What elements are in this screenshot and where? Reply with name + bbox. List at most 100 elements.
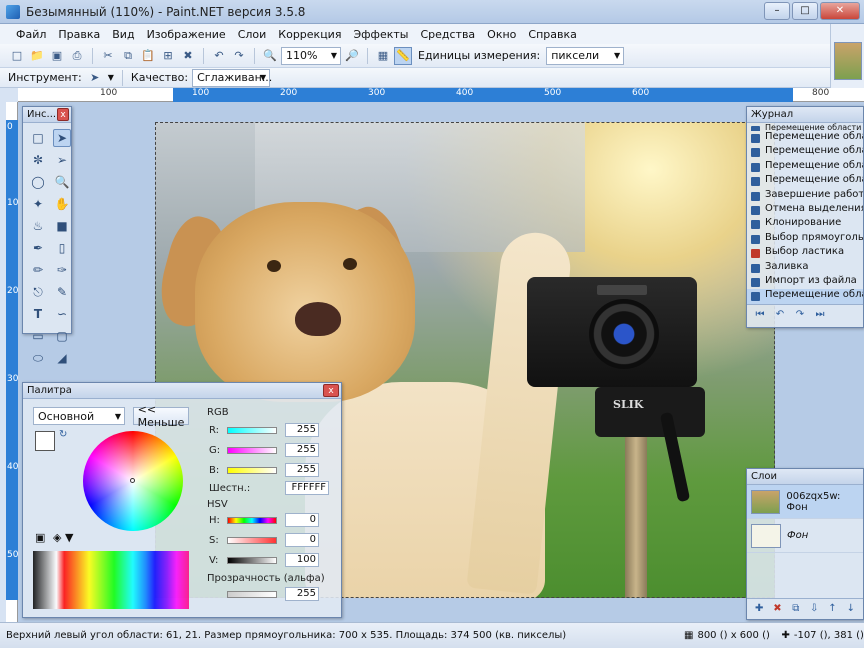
zoom-tool-icon[interactable]: 🔍: [53, 173, 71, 191]
menu-utilities[interactable]: Средства: [414, 28, 481, 41]
pan-tool-icon[interactable]: ✋: [53, 195, 71, 213]
menu-file[interactable]: Файл: [10, 28, 52, 41]
save-icon[interactable]: ▣: [48, 47, 66, 65]
history-first-icon[interactable]: ⏮: [753, 309, 767, 321]
history-item[interactable]: Перемещение области: [747, 131, 863, 145]
s-slider[interactable]: [227, 537, 277, 544]
history-item[interactable]: Перемещение области: [747, 145, 863, 159]
image-thumbnail[interactable]: [834, 42, 862, 80]
alpha-slider[interactable]: [227, 591, 277, 598]
ellipse-select-tool-icon[interactable]: ◯: [29, 173, 47, 191]
menu-image[interactable]: Изображение: [141, 28, 232, 41]
rectangle-select-tool-icon[interactable]: □: [29, 129, 47, 147]
color-wheel-cursor[interactable]: [130, 478, 135, 483]
menu-help[interactable]: Справка: [522, 28, 582, 41]
palette-menu-icon[interactable]: ◈ ▼: [53, 531, 73, 544]
ruler-icon[interactable]: 📏: [394, 46, 412, 65]
freeform-shape-tool-icon[interactable]: ◢: [53, 349, 71, 367]
undo-icon[interactable]: ↶: [210, 47, 228, 65]
r-slider[interactable]: [227, 427, 277, 434]
history-item[interactable]: Перемещение области: [747, 174, 863, 188]
lasso-tool-icon[interactable]: ✼: [29, 151, 47, 169]
menu-view[interactable]: Вид: [106, 28, 140, 41]
alpha-input[interactable]: 255: [285, 587, 319, 601]
paint-bucket-tool-icon[interactable]: ♨: [29, 217, 47, 235]
history-item[interactable]: Выбор ластика: [747, 246, 863, 260]
zoom-combo[interactable]: 110% ▼: [281, 46, 341, 65]
r-input[interactable]: 255: [285, 423, 319, 437]
recolor-tool-icon[interactable]: ✎: [53, 283, 71, 301]
clone-stamp-tool-icon[interactable]: ⎋: [29, 283, 47, 301]
print-icon[interactable]: ⎙: [68, 47, 86, 65]
history-item[interactable]: Перемещение области: [747, 123, 863, 131]
add-layer-icon[interactable]: ✚: [753, 603, 765, 615]
crop-icon[interactable]: ⊞: [159, 47, 177, 65]
s-input[interactable]: 0: [285, 533, 319, 547]
paintbrush-tool-icon[interactable]: ✒: [29, 239, 47, 257]
move-layer-up-icon[interactable]: ↑: [826, 603, 838, 615]
layer-row[interactable]: Фон: [747, 519, 863, 553]
menu-effects[interactable]: Эффекты: [347, 28, 414, 41]
merge-layer-down-icon[interactable]: ⇩: [808, 603, 820, 615]
history-item[interactable]: Импорт из файла: [747, 275, 863, 289]
eraser-tool-icon[interactable]: ▯: [53, 239, 71, 257]
instrument-dropdown-icon[interactable]: ▼: [108, 73, 114, 82]
history-last-icon[interactable]: ⏭: [813, 309, 827, 321]
quality-combo[interactable]: Сглаживан... ▼: [192, 68, 272, 87]
paste-icon[interactable]: 📋: [139, 47, 157, 65]
tools-panel-close-button[interactable]: x: [57, 108, 69, 121]
text-tool-icon[interactable]: T: [29, 305, 47, 323]
units-combo[interactable]: пиксели ▼: [546, 46, 625, 65]
color-picker-tool-icon[interactable]: ✑: [53, 261, 71, 279]
duplicate-layer-icon[interactable]: ⧉: [790, 603, 802, 615]
history-item[interactable]: Завершение работы с...: [747, 189, 863, 203]
delete-layer-icon[interactable]: ✖: [771, 603, 783, 615]
cut-icon[interactable]: ✂: [99, 47, 117, 65]
swap-colors-icon[interactable]: ↻: [59, 429, 67, 440]
maximize-button[interactable]: □: [792, 2, 818, 20]
line-curve-tool-icon[interactable]: ∽: [53, 305, 71, 323]
open-folder-icon[interactable]: 📁: [28, 47, 46, 65]
ellipse-shape-tool-icon[interactable]: ⬭: [29, 349, 47, 367]
move-selection-tool-icon[interactable]: ➤: [53, 129, 71, 147]
new-file-icon[interactable]: □: [8, 47, 26, 65]
close-button[interactable]: ✕: [820, 2, 860, 20]
redo-icon[interactable]: ↷: [230, 47, 248, 65]
layer-row[interactable]: 006zqx5w: Фон: [747, 485, 863, 519]
move-selected-tool-icon[interactable]: ➢: [53, 151, 71, 169]
gradient-tool-icon[interactable]: ■: [53, 217, 71, 235]
less-button[interactable]: << Меньше: [133, 403, 189, 429]
hex-input[interactable]: FFFFFF: [285, 481, 329, 495]
grid-icon[interactable]: ▦: [374, 47, 392, 65]
g-input[interactable]: 255: [285, 443, 319, 457]
pencil-tool-icon[interactable]: ✏: [29, 261, 47, 279]
palette-swatches[interactable]: [33, 551, 189, 609]
history-undo-icon[interactable]: ↶: [773, 309, 787, 321]
zoom-in-icon[interactable]: 🔍: [261, 47, 279, 65]
menu-window[interactable]: Окно: [481, 28, 522, 41]
deselect-icon[interactable]: ✖: [179, 47, 197, 65]
history-item[interactable]: Отмена выделения: [747, 203, 863, 217]
menu-edit[interactable]: Правка: [52, 28, 106, 41]
h-input[interactable]: 0: [285, 513, 319, 527]
minimize-button[interactable]: –: [764, 2, 790, 20]
magic-wand-tool-icon[interactable]: ✦: [29, 195, 47, 213]
zoom-out-icon[interactable]: 🔎: [343, 47, 361, 65]
rectangle-shape-tool-icon[interactable]: ▭: [29, 327, 47, 345]
add-to-palette-icon[interactable]: ▣: [35, 531, 45, 544]
history-item[interactable]: Заливка: [747, 261, 863, 275]
move-layer-down-icon[interactable]: ↓: [845, 603, 857, 615]
v-slider[interactable]: [227, 557, 277, 564]
v-input[interactable]: 100: [285, 553, 319, 567]
history-redo-icon[interactable]: ↷: [793, 309, 807, 321]
menu-adjustments[interactable]: Коррекция: [272, 28, 347, 41]
palette-mode-combo[interactable]: Основной ▼: [33, 407, 125, 425]
color-wheel[interactable]: [83, 431, 183, 531]
history-item[interactable]: Перемещение области: [747, 160, 863, 174]
history-item-current[interactable]: Перемещение области: [747, 289, 863, 304]
b-input[interactable]: 255: [285, 463, 319, 477]
menu-layers[interactable]: Слои: [232, 28, 273, 41]
h-slider[interactable]: [227, 517, 277, 524]
palette-close-button[interactable]: x: [323, 384, 339, 397]
b-slider[interactable]: [227, 467, 277, 474]
